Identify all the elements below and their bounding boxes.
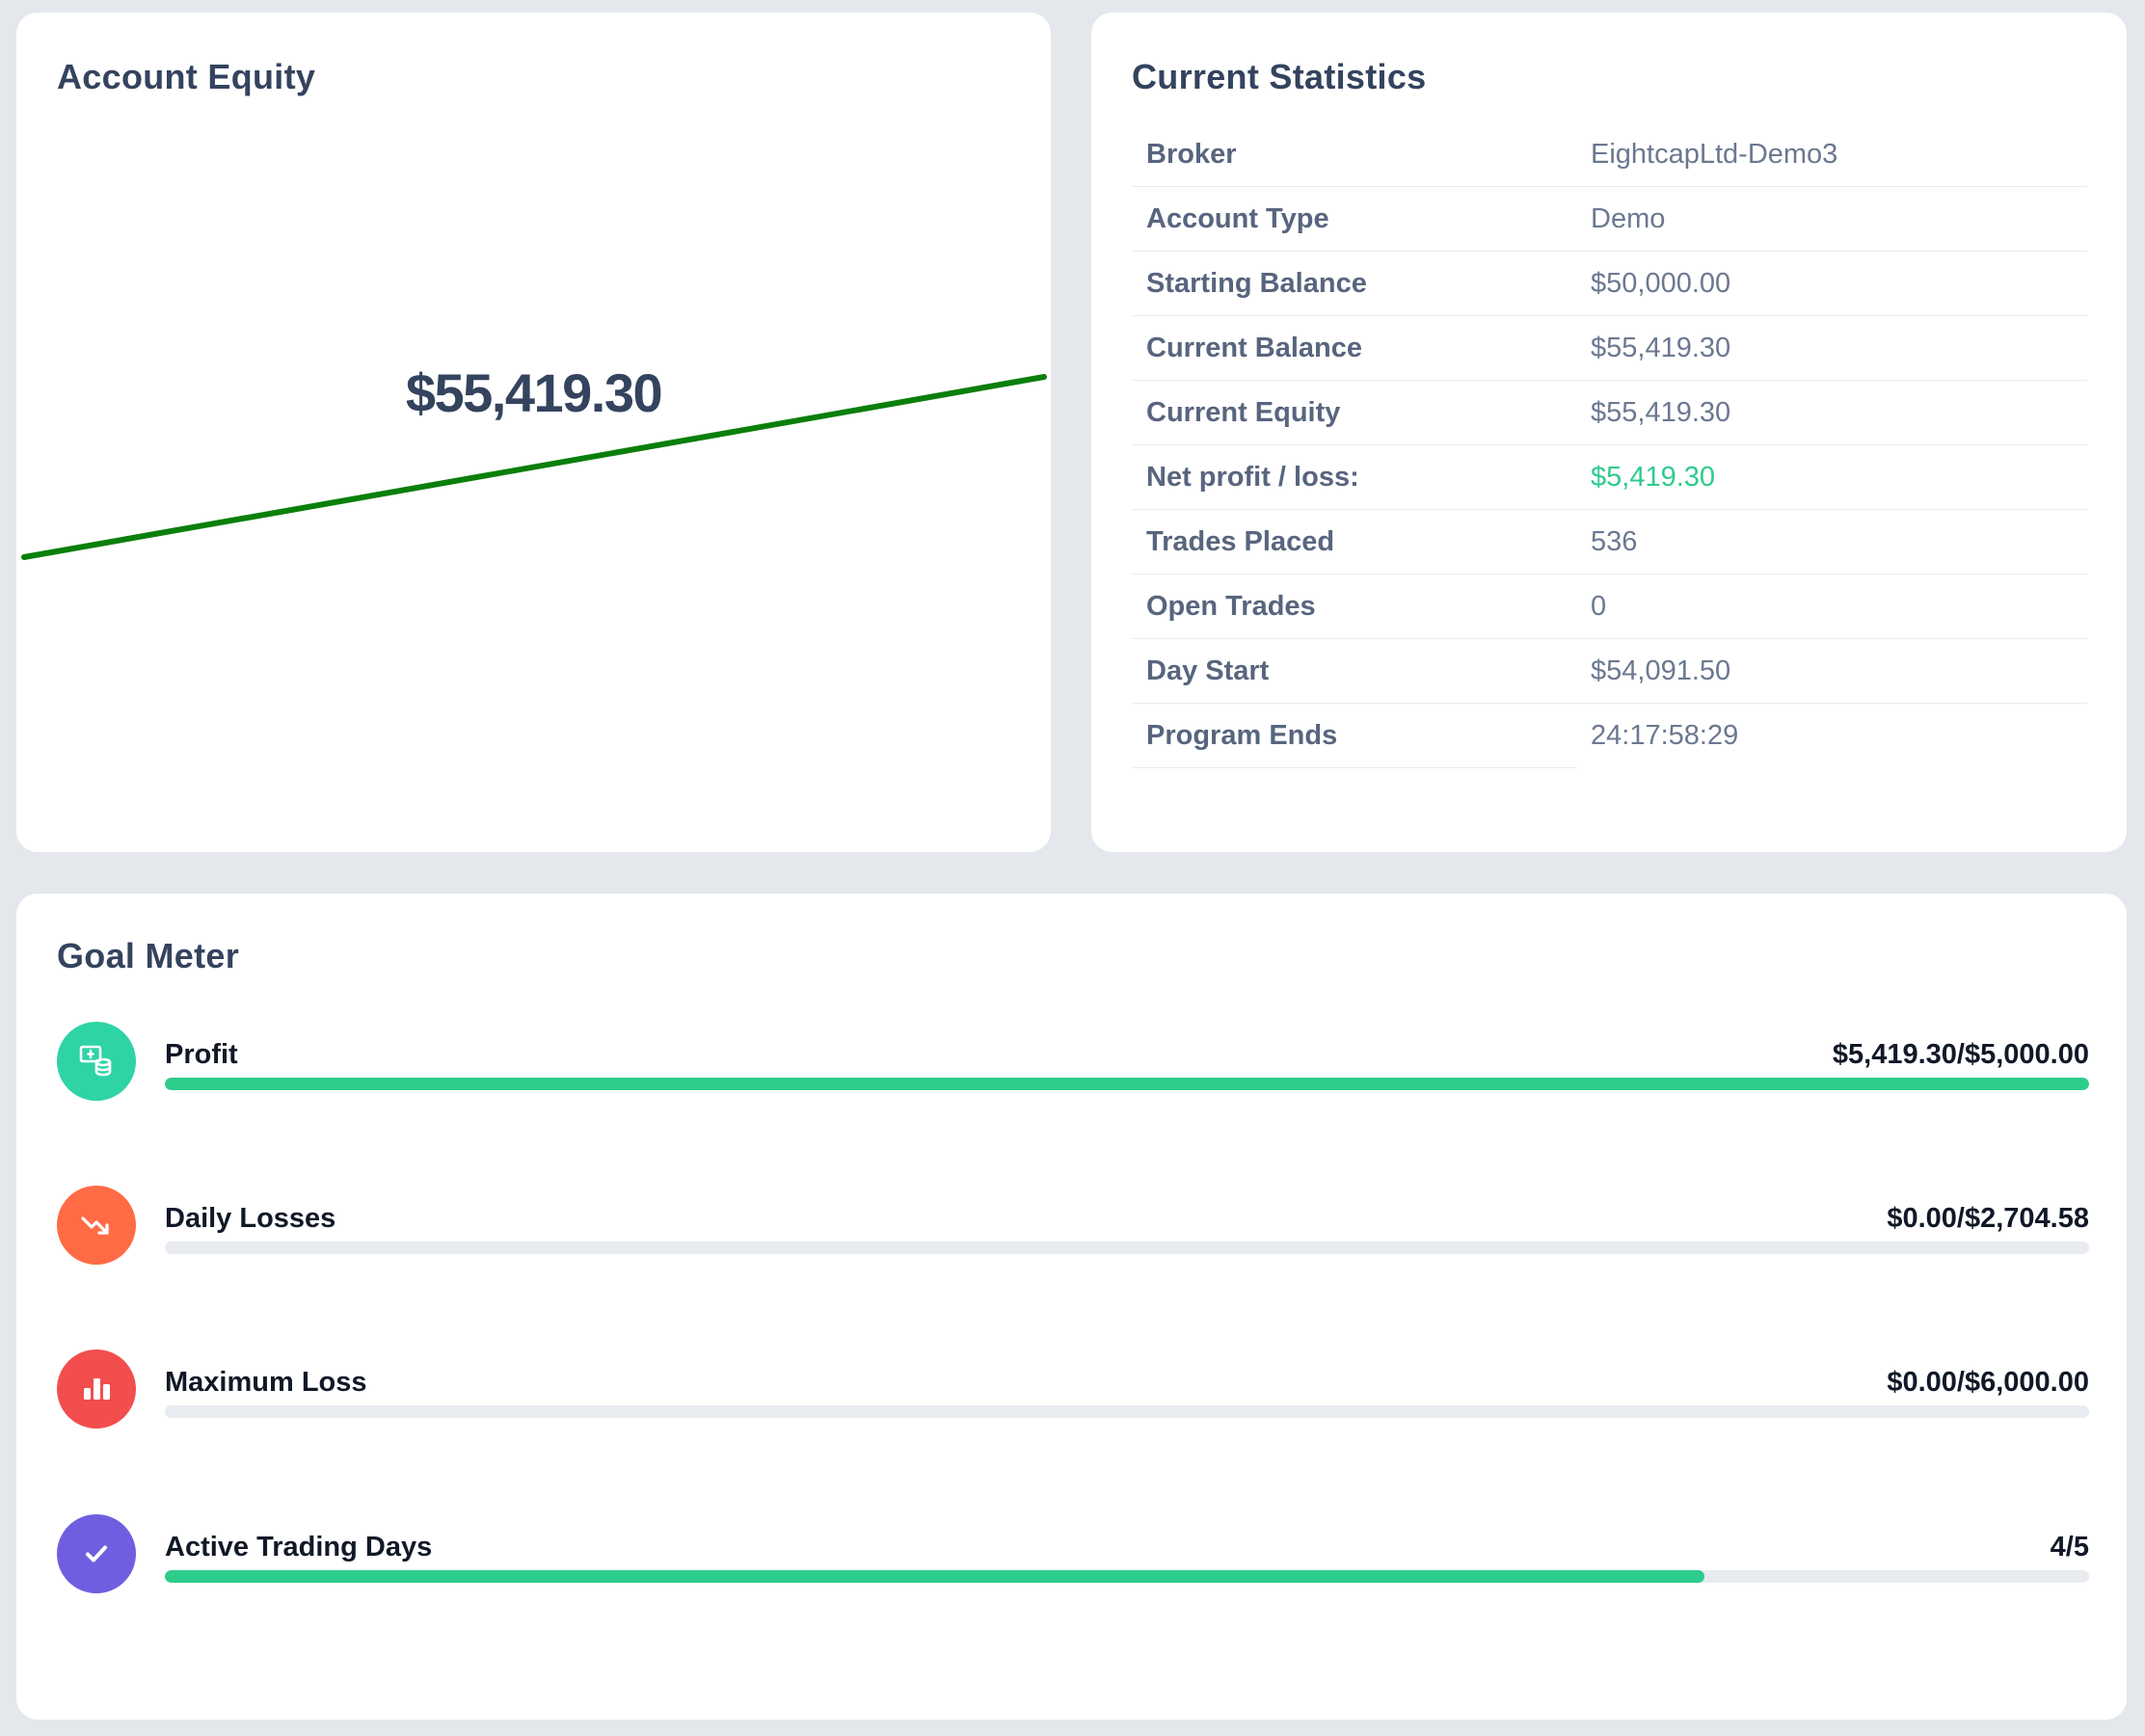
stat-label: Trades Placed	[1132, 509, 1576, 574]
goal-value: $5,419.30/$5,000.00	[1832, 1039, 2089, 1070]
equity-value: $55,419.30	[405, 362, 663, 423]
stat-value: 0	[1576, 574, 2087, 639]
statistics-table: Broker EightcapLtd-Demo3 Account Type De…	[1132, 122, 2087, 768]
stat-value: $55,419.30	[1576, 380, 2087, 445]
stat-row-broker: Broker EightcapLtd-Demo3	[1132, 122, 2087, 187]
goal-label: Profit	[165, 1039, 238, 1070]
goal-value: $0.00/$6,000.00	[1887, 1367, 2089, 1398]
stat-label: Program Ends	[1132, 703, 1576, 768]
goal-progress-bar	[165, 1242, 2089, 1254]
stat-row-current-balance: Current Balance $55,419.30	[1132, 315, 2087, 381]
goal-value: 4/5	[2050, 1532, 2089, 1562]
stat-value: $50,000.00	[1576, 251, 2087, 316]
stat-value: Demo	[1576, 186, 2087, 252]
goal-item-active-trading-days: Active Trading Days 4/5	[57, 1514, 2089, 1595]
stat-label: Open Trades	[1132, 574, 1576, 639]
stat-row-program-ends: Program Ends 24:17:58:29	[1132, 703, 2087, 768]
stat-row-account-type: Account Type Demo	[1132, 186, 2087, 252]
equity-line-chart	[21, 374, 1047, 560]
current-statistics-title: Current Statistics	[1132, 57, 1427, 96]
stat-row-trades-placed: Trades Placed 536	[1132, 509, 2087, 574]
goal-progress-bar	[165, 1570, 2089, 1583]
goal-progress-fill	[165, 1078, 2089, 1090]
money-stack-icon	[57, 1022, 136, 1101]
stat-row-starting-balance: Starting Balance $50,000.00	[1132, 251, 2087, 316]
stat-value: $55,419.30	[1576, 315, 2087, 381]
stat-label: Starting Balance	[1132, 251, 1576, 316]
stat-label: Day Start	[1132, 638, 1576, 704]
stat-label: Broker	[1132, 122, 1576, 187]
check-icon	[57, 1514, 136, 1593]
goal-meter-card: Goal Meter Profit $5,419.30/$5,000.00 Da…	[16, 894, 2127, 1720]
stat-row-current-equity: Current Equity $55,419.30	[1132, 380, 2087, 445]
stat-value: $54,091.50	[1576, 638, 2087, 704]
stat-label: Account Type	[1132, 186, 1576, 252]
account-equity-card: Account Equity $55,419.30	[16, 13, 1051, 852]
goal-meter-title: Goal Meter	[57, 936, 240, 975]
stat-value: 24:17:58:29	[1591, 719, 1739, 751]
stat-value: EightcapLtd-Demo3	[1576, 122, 2087, 187]
stat-label: Net profit / loss:	[1132, 444, 1576, 510]
stat-row-day-start: Day Start $54,091.50	[1132, 638, 2087, 704]
goal-value: $0.00/$2,704.58	[1887, 1203, 2089, 1234]
stat-value: 536	[1576, 509, 2087, 574]
goal-item-maximum-loss: Maximum Loss $0.00/$6,000.00	[57, 1349, 2089, 1430]
goal-label: Daily Losses	[165, 1203, 336, 1234]
current-statistics-card: Current Statistics Broker EightcapLtd-De…	[1091, 13, 2127, 852]
goal-label: Maximum Loss	[165, 1367, 367, 1398]
goal-item-daily-losses: Daily Losses $0.00/$2,704.58	[57, 1186, 2089, 1267]
goal-progress-bar	[165, 1078, 2089, 1090]
stat-value-positive: $5,419.30	[1576, 444, 2087, 510]
goal-label: Active Trading Days	[165, 1532, 433, 1562]
stat-label: Current Balance	[1132, 315, 1576, 381]
bar-chart-icon	[57, 1349, 136, 1429]
stat-row-open-trades: Open Trades 0	[1132, 574, 2087, 639]
stat-row-net-profit-loss: Net profit / loss: $5,419.30	[1132, 444, 2087, 510]
goal-progress-bar	[165, 1405, 2089, 1418]
goal-progress-fill	[165, 1570, 1704, 1583]
goal-item-profit: Profit $5,419.30/$5,000.00	[57, 1022, 2089, 1103]
trending-down-icon	[57, 1186, 136, 1265]
stat-label: Current Equity	[1132, 380, 1576, 445]
